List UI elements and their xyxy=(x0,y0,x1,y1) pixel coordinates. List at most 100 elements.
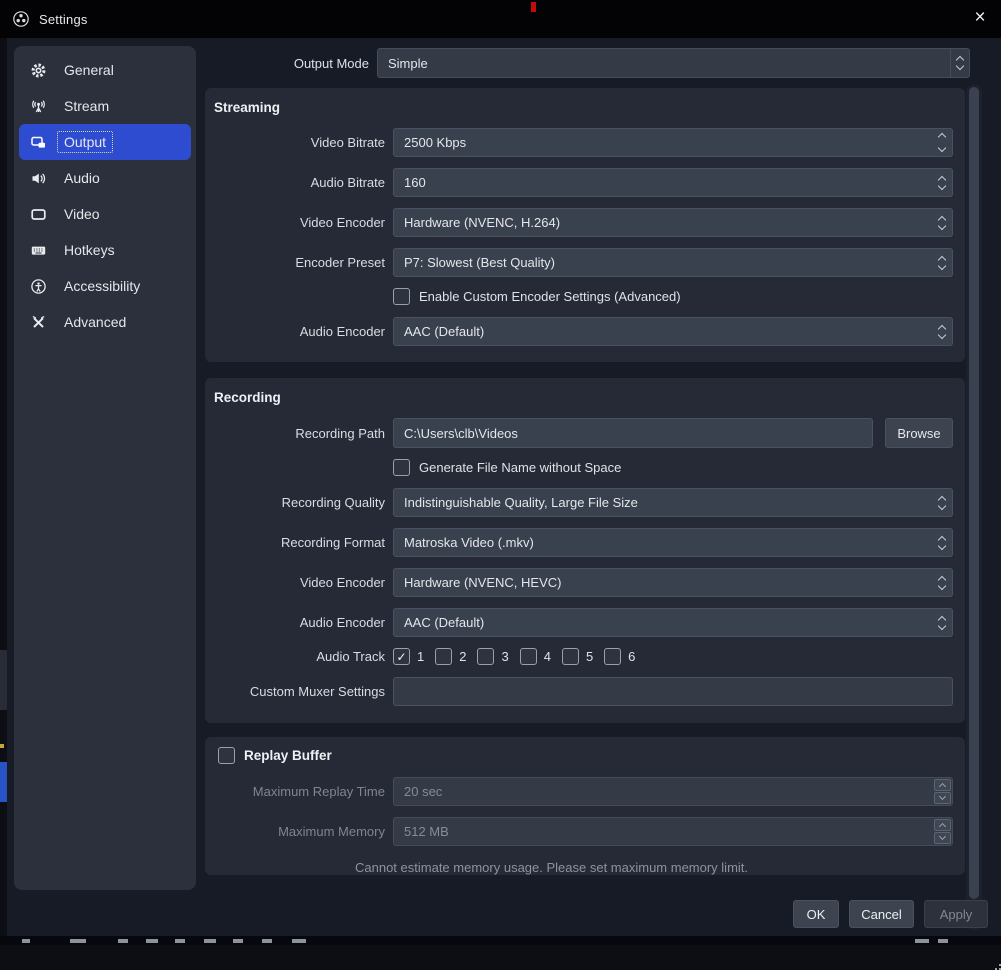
audio-encoder-row: Audio Encoder AAC (Default) xyxy=(214,317,956,346)
no-space-checkbox[interactable] xyxy=(393,459,410,476)
max-replay-time-label: Maximum Replay Time xyxy=(214,784,385,799)
encoder-preset-select[interactable]: P7: Slowest (Best Quality) xyxy=(393,248,953,277)
sidebar-item-stream[interactable]: Stream xyxy=(19,88,191,124)
ok-button[interactable]: OK xyxy=(793,900,839,928)
audio-encoder-select[interactable]: AAC (Default) xyxy=(393,317,953,346)
resize-grip[interactable] xyxy=(993,958,1001,970)
output-icon xyxy=(29,133,47,151)
background-window-fragment xyxy=(0,762,7,802)
rec-audio-encoder-row: Audio Encoder AAC (Default) xyxy=(214,608,956,637)
audio-track-label: Audio Track xyxy=(214,649,385,664)
audio-bitrate-row: Audio Bitrate 160 xyxy=(214,168,956,197)
settings-dialog: General Stream Output xyxy=(7,38,1001,936)
recording-format-label: Recording Format xyxy=(214,535,385,550)
spinner-arrows-icon[interactable] xyxy=(939,129,945,156)
muxer-label: Custom Muxer Settings xyxy=(214,684,385,699)
audio-track-2-checkbox[interactable] xyxy=(435,648,452,665)
spin-down-icon xyxy=(934,832,951,844)
settings-sidebar: General Stream Output xyxy=(14,46,196,890)
rec-audio-encoder-select[interactable]: AAC (Default) xyxy=(393,608,953,637)
audio-bitrate-label: Audio Bitrate xyxy=(214,175,385,190)
audio-track-5-checkbox[interactable] xyxy=(562,648,579,665)
audio-track-4-checkbox[interactable] xyxy=(520,648,537,665)
max-replay-time-value: 20 sec xyxy=(404,784,442,799)
chevron-up-down-icon xyxy=(950,49,969,77)
sidebar-item-audio[interactable]: Audio xyxy=(19,160,191,196)
replay-buffer-checkbox-label: Replay Buffer xyxy=(244,748,332,763)
video-encoder-value: Hardware (NVENC, H.264) xyxy=(404,215,560,230)
dialog-footer: OK Cancel Apply xyxy=(793,900,988,928)
streaming-section-title: Streaming xyxy=(214,100,965,115)
output-mode-label: Output Mode xyxy=(7,56,377,71)
rec-video-encoder-label: Video Encoder xyxy=(214,575,385,590)
encoder-preset-label: Encoder Preset xyxy=(214,255,385,270)
muxer-input-field[interactable] xyxy=(394,678,952,705)
encoder-preset-value: P7: Slowest (Best Quality) xyxy=(404,255,555,270)
video-encoder-label: Video Encoder xyxy=(214,215,385,230)
recording-quality-label: Recording Quality xyxy=(214,495,385,510)
background-window-fragment xyxy=(0,744,4,748)
chevron-up-down-icon xyxy=(939,569,945,596)
max-replay-time-spinner: 20 sec xyxy=(393,777,953,806)
sidebar-item-advanced[interactable]: Advanced xyxy=(19,304,191,340)
audio-encoder-value: AAC (Default) xyxy=(404,324,484,339)
cancel-button[interactable]: Cancel xyxy=(849,900,914,928)
scrollbar-thumb[interactable] xyxy=(969,87,979,899)
accessibility-icon xyxy=(29,277,47,295)
audio-track-6-checkbox[interactable] xyxy=(604,648,621,665)
vertical-scrollbar[interactable] xyxy=(966,85,982,930)
replay-buffer-row: Replay Buffer xyxy=(214,747,956,764)
video-encoder-select[interactable]: Hardware (NVENC, H.264) xyxy=(393,208,953,237)
video-bitrate-spinner[interactable]: 2500 Kbps xyxy=(393,128,953,157)
sidebar-item-output[interactable]: Output xyxy=(19,124,191,160)
spinner-buttons xyxy=(934,779,951,804)
recording-path-input[interactable] xyxy=(393,418,873,448)
rec-audio-encoder-value: AAC (Default) xyxy=(404,615,484,630)
recording-quality-value: Indistinguishable Quality, Large File Si… xyxy=(404,495,638,510)
recording-format-select[interactable]: Matroska Video (.mkv) xyxy=(393,528,953,557)
audio-track-1-checkbox[interactable] xyxy=(393,648,410,665)
keyboard-icon xyxy=(29,241,47,259)
output-mode-value: Simple xyxy=(388,56,428,71)
recording-quality-select[interactable]: Indistinguishable Quality, Large File Si… xyxy=(393,488,953,517)
chevron-up-down-icon xyxy=(939,209,945,236)
sidebar-item-accessibility[interactable]: Accessibility xyxy=(19,268,191,304)
max-memory-spinner: 512 MB xyxy=(393,817,953,846)
rec-audio-encoder-label: Audio Encoder xyxy=(214,615,385,630)
muxer-input[interactable] xyxy=(393,677,953,706)
recording-path-input-field[interactable] xyxy=(394,419,872,447)
rec-video-encoder-select[interactable]: Hardware (NVENC, HEVC) xyxy=(393,568,953,597)
replay-buffer-checkbox[interactable] xyxy=(218,747,235,764)
audio-track-1-label: 1 xyxy=(417,649,424,664)
sidebar-item-label: Accessibility xyxy=(57,275,147,297)
audio-bitrate-select[interactable]: 160 xyxy=(393,168,953,197)
no-space-row: Generate File Name without Space xyxy=(214,459,956,476)
browse-button[interactable]: Browse xyxy=(885,418,953,448)
chevron-up-down-icon xyxy=(939,169,945,196)
chevron-up-down-icon xyxy=(939,249,945,276)
audio-track-row: Audio Track 1 2 3 4 5 6 xyxy=(214,648,956,665)
chevron-up-down-icon xyxy=(939,489,945,516)
titlebar: Settings × xyxy=(0,0,1001,38)
sidebar-item-hotkeys[interactable]: Hotkeys xyxy=(19,232,191,268)
recording-quality-row: Recording Quality Indistinguishable Qual… xyxy=(214,488,956,517)
output-mode-select[interactable]: Simple xyxy=(377,48,970,78)
close-button[interactable]: × xyxy=(965,0,995,36)
spin-up-icon xyxy=(934,779,951,791)
sidebar-item-video[interactable]: Video xyxy=(19,196,191,232)
tools-icon xyxy=(29,313,47,331)
chevron-up-down-icon xyxy=(939,318,945,345)
recording-format-value: Matroska Video (.mkv) xyxy=(404,535,534,550)
sidebar-item-label: Stream xyxy=(57,95,116,117)
audio-track-3-label: 3 xyxy=(501,649,508,664)
window-title: Settings xyxy=(39,12,88,27)
speaker-icon xyxy=(29,169,47,187)
audio-track-6-label: 6 xyxy=(628,649,635,664)
audio-track-3-checkbox[interactable] xyxy=(477,648,494,665)
sidebar-item-label: Hotkeys xyxy=(57,239,122,261)
no-space-checkbox-label: Generate File Name without Space xyxy=(419,460,621,475)
rec-video-encoder-row: Video Encoder Hardware (NVENC, HEVC) xyxy=(214,568,956,597)
sidebar-item-label: Video xyxy=(57,203,107,225)
custom-encoder-checkbox[interactable] xyxy=(393,288,410,305)
replay-buffer-section: Replay Buffer Maximum Replay Time 20 sec… xyxy=(205,737,965,875)
